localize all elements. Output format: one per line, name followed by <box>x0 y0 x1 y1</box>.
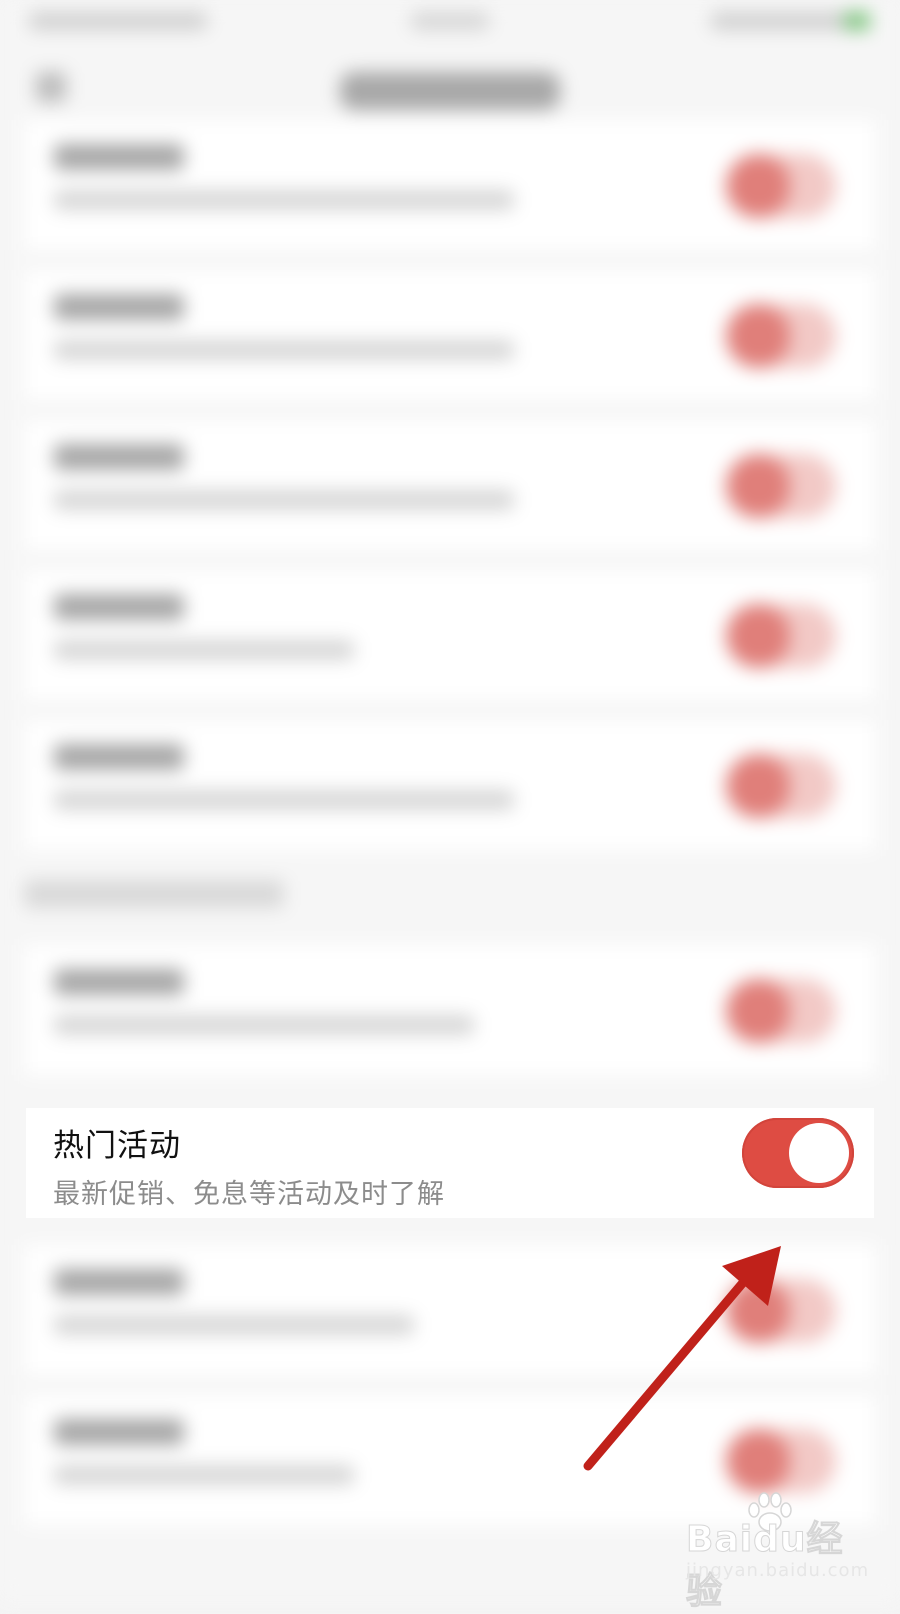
hot-activities-toggle[interactable] <box>742 1118 854 1188</box>
status-right <box>710 12 860 30</box>
blurred-row <box>24 720 876 850</box>
battery-icon <box>844 12 870 30</box>
blurred-row <box>24 120 876 250</box>
blurred-row <box>24 945 876 1075</box>
setting-row-hot-activities: 热门活动 最新促销、免息等活动及时了解 <box>26 1108 874 1218</box>
blurred-background <box>0 0 900 1600</box>
blurred-row <box>24 1245 876 1375</box>
status-time <box>410 12 490 30</box>
nav-title <box>340 72 560 110</box>
blurred-row <box>24 420 876 550</box>
watermark-url: jingyan.baidu.com <box>686 1560 870 1581</box>
setting-title: 热门活动 <box>53 1128 181 1164</box>
status-bar <box>0 0 900 44</box>
watermark: Baidu经验 jingyan.baidu.com <box>686 1492 870 1613</box>
blurred-row <box>24 270 876 400</box>
back-icon <box>36 72 66 102</box>
blurred-section-header <box>24 880 284 908</box>
toggle-knob <box>789 1123 849 1183</box>
setting-description: 最新促销、免息等活动及时了解 <box>53 1179 445 1210</box>
status-left <box>28 12 208 30</box>
blurred-row <box>24 570 876 700</box>
